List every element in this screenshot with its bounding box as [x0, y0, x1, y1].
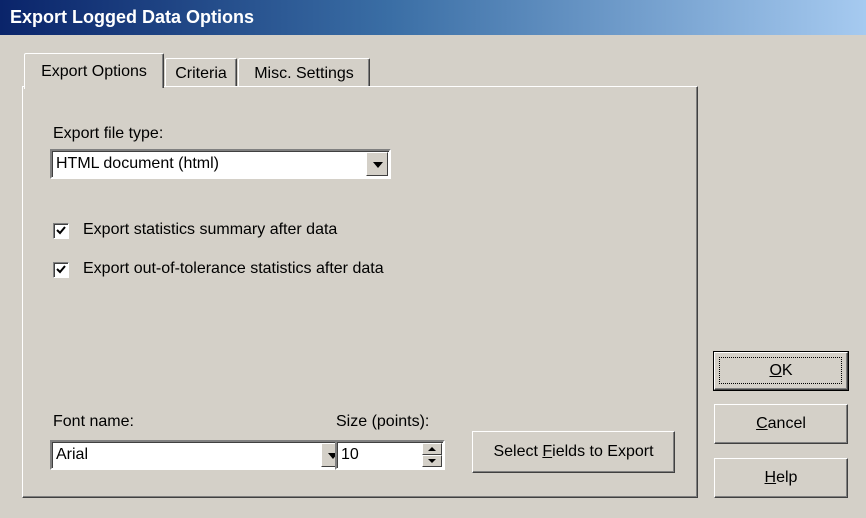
tab-criteria-label: Criteria: [175, 65, 227, 82]
font-name-label: Font name:: [53, 413, 134, 430]
chevron-down-icon[interactable]: [366, 152, 388, 176]
export-oot-stats-checkbox[interactable]: [53, 262, 69, 278]
export-oot-stats-label[interactable]: Export out-of-tolerance statistics after…: [83, 260, 384, 278]
cancel-button[interactable]: Cancel: [714, 404, 848, 444]
tab-export-options[interactable]: Export Options: [24, 53, 164, 91]
title-bar: Export Logged Data Options: [0, 0, 866, 35]
tab-panel-export-options: Export file type: HTML document (html) E…: [22, 86, 698, 498]
select-fields-pre: Select: [493, 443, 543, 460]
export-file-type-value: HTML document (html): [56, 155, 219, 172]
ok-button[interactable]: OK: [713, 351, 849, 391]
export-stats-summary-checkbox[interactable]: [53, 223, 69, 239]
select-fields-post: ields to Export: [552, 443, 654, 460]
font-name-dropdown[interactable]: Arial: [50, 440, 346, 470]
spin-down-icon[interactable]: [422, 455, 442, 467]
help-rest: elp: [776, 469, 798, 486]
tab-misc-settings-label: Misc. Settings: [254, 65, 354, 82]
tab-export-options-label: Export Options: [41, 63, 147, 80]
cancel-accel: C: [756, 415, 768, 432]
window-title: Export Logged Data Options: [10, 7, 255, 27]
checkmark-icon: [56, 265, 66, 274]
export-stats-summary-label[interactable]: Export statistics summary after data: [83, 221, 337, 239]
tab-criteria[interactable]: Criteria: [165, 58, 237, 89]
font-name-value: Arial: [56, 446, 89, 463]
export-file-type-label: Export file type:: [53, 125, 164, 142]
font-size-spinner[interactable]: 10: [335, 440, 445, 470]
export-file-type-dropdown[interactable]: HTML document (html): [50, 149, 391, 179]
focus-rect: [719, 357, 842, 384]
spin-up-icon[interactable]: [422, 443, 442, 455]
size-label: Size (points):: [336, 413, 430, 430]
cancel-rest: ancel: [767, 415, 806, 432]
font-size-value: 10: [341, 446, 359, 463]
tab-misc-settings[interactable]: Misc. Settings: [238, 58, 370, 89]
checkmark-icon: [56, 226, 66, 235]
help-button[interactable]: Help: [714, 458, 848, 498]
select-fields-button[interactable]: Select Fields to Export: [472, 431, 675, 473]
help-accel: H: [764, 469, 777, 486]
select-fields-accel: F: [542, 443, 553, 460]
